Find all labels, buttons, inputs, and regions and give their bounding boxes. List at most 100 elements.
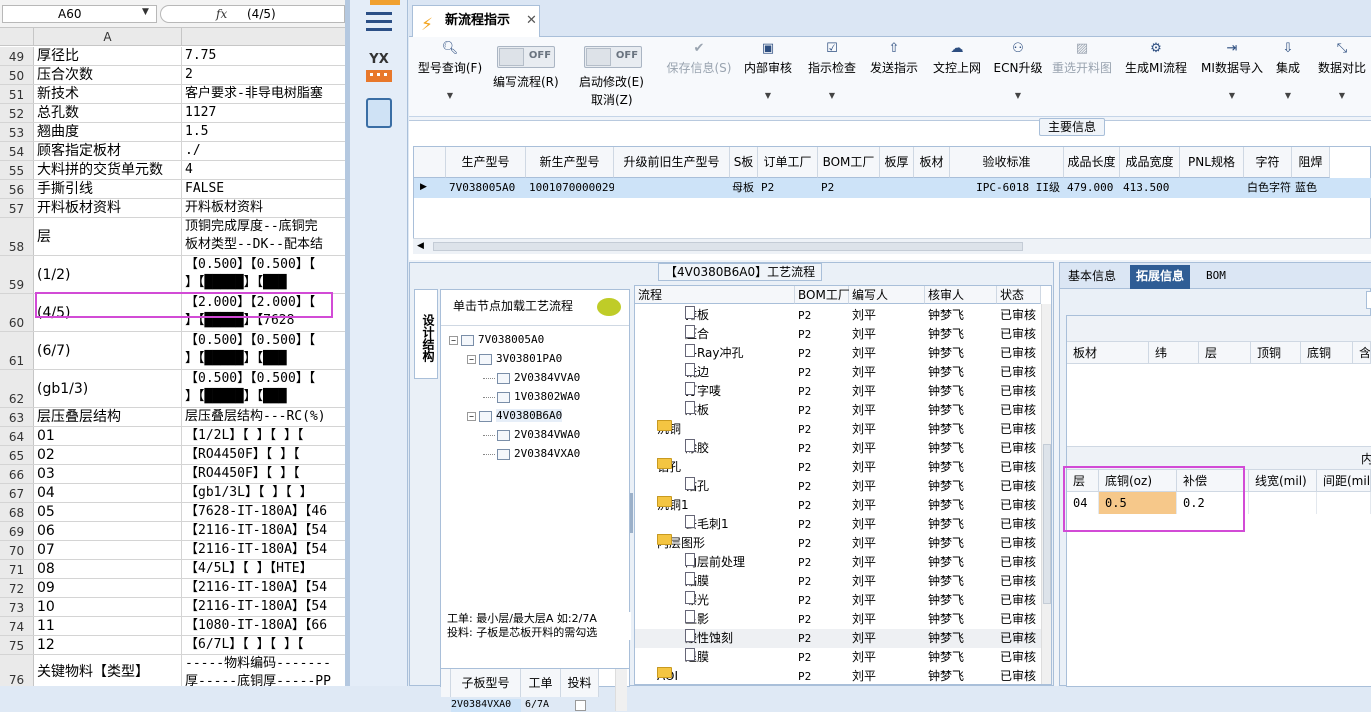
cell-a[interactable]: 02 — [35, 446, 182, 464]
row-number[interactable]: 68 — [0, 503, 34, 521]
integrate-button[interactable]: ⇩ 集成 ▼ — [1267, 37, 1309, 117]
cell-a[interactable]: 层压叠层结构 — [35, 408, 182, 426]
write-flow-toggle[interactable]: OFF — [497, 46, 555, 68]
list-item[interactable]: 贴膜 P2 刘平 钟梦飞 已审核 — [635, 572, 1043, 591]
column-header[interactable]: 板材 — [1067, 342, 1149, 364]
cell-b[interactable]: 客户要求-非导电树脂塞 — [183, 85, 345, 103]
row-number[interactable]: 58 — [0, 218, 34, 255]
list-item[interactable]: −沉铜1P2 刘平 钟梦飞 已审核 — [635, 496, 1043, 515]
panel-handle[interactable] — [1366, 291, 1371, 309]
column-header[interactable]: BOM工厂 — [795, 286, 850, 304]
cell-b[interactable]: 【6/7L】【 】【 】【 — [183, 636, 345, 654]
list-item[interactable]: 除胶 P2 刘平 钟梦飞 已审核 — [635, 439, 1043, 458]
list-item[interactable]: 曝光 P2 刘平 钟梦飞 已审核 — [635, 591, 1043, 610]
cell-b[interactable]: 【gb1/3L】【 】【 】 — [183, 484, 345, 502]
cell-a[interactable]: 翘曲度 — [35, 123, 182, 141]
column-header[interactable]: 线宽(mil) — [1249, 470, 1317, 492]
cell-b[interactable]: 7.75 — [183, 47, 345, 65]
column-header[interactable]: 生产型号 — [446, 147, 526, 178]
column-header[interactable]: 纬 — [1149, 342, 1199, 364]
collapse-icon[interactable]: − — [467, 354, 476, 364]
cell-b[interactable]: -----物料编码------- 厚-----底铜厚-----PP — [183, 655, 345, 686]
model-query-button[interactable]: 🔍︎ 型号查询(F) ▼ — [413, 37, 487, 117]
table-cell[interactable] — [880, 178, 914, 198]
list-item[interactable]: 显影 P2 刘平 钟梦飞 已审核 — [635, 610, 1043, 629]
tree-node[interactable]: 2V0384VXA0 — [449, 444, 629, 463]
cell-a[interactable]: 开料板材资料 — [35, 199, 182, 217]
table-cell[interactable]: 10010700000290 — [526, 178, 614, 198]
row-number[interactable]: 69 — [0, 522, 34, 540]
list-item[interactable]: 压合 P2 刘平 钟梦飞 已审核 — [635, 325, 1043, 344]
cell-b[interactable]: 【RO4450F】【 】【 — [183, 446, 345, 464]
chat-bubble-icon[interactable] — [597, 298, 621, 316]
cell-b[interactable]: 【7628-IT-180A】【46 — [183, 503, 345, 521]
list-item[interactable]: −内层图形P2 刘平 钟梦飞 已审核 — [635, 534, 1043, 553]
cell-a[interactable]: 10 — [35, 598, 182, 616]
row-number[interactable]: 51 — [0, 85, 34, 103]
tab-new-process[interactable]: ⚡ 新流程指示 ✕ — [412, 5, 540, 37]
cell-b[interactable]: 【2116-IT-180A】【54 — [183, 579, 345, 597]
list-item[interactable]: 烘板 P2 刘平 钟梦飞 已审核 — [635, 401, 1043, 420]
row-number[interactable]: 71 — [0, 560, 34, 578]
tree-node[interactable]: − 3V03801PA0 — [449, 349, 629, 368]
row-number[interactable]: 55 — [0, 161, 34, 179]
cell-b[interactable]: 顶铜完成厚度--底铜完 板材类型--DK--配本结 — [183, 218, 345, 255]
column-header[interactable]: 成品长度 — [1064, 147, 1120, 178]
table-cell[interactable]: 413.500 — [1120, 178, 1180, 198]
cell-a[interactable]: 08 — [35, 560, 182, 578]
column-header[interactable]: 板材 — [914, 147, 950, 178]
list-item[interactable]: 铣边 P2 刘平 钟梦飞 已审核 — [635, 363, 1043, 382]
chevron-down-icon[interactable]: ▼ — [142, 7, 149, 17]
row-number[interactable]: 67 — [0, 484, 34, 502]
column-header[interactable]: 订单工厂 — [758, 147, 818, 178]
table-cell[interactable]: 7V038005A0 — [446, 178, 526, 198]
row-number[interactable]: 72 — [0, 579, 34, 597]
table-cell[interactable]: 蓝色 — [1292, 178, 1330, 198]
column-header[interactable]: S板 — [730, 147, 758, 178]
column-header[interactable]: 阻焊 — [1292, 147, 1330, 178]
cell-b[interactable]: 1.5 — [183, 123, 345, 141]
cell-a[interactable]: (1/2) — [35, 256, 182, 293]
column-header[interactable]: 编写人 — [849, 286, 925, 304]
row-number[interactable]: 73 — [0, 598, 34, 616]
row-number[interactable]: 63 — [0, 408, 34, 426]
fx-icon[interactable]: fx — [216, 6, 227, 22]
cell-b[interactable]: 2 — [183, 66, 345, 84]
row-number[interactable]: 52 — [0, 104, 34, 122]
table-cell[interactable] — [1180, 178, 1244, 198]
cell-a[interactable]: 顾客指定板材 — [35, 142, 182, 160]
tab-basic-info[interactable]: 基本信息 — [1062, 265, 1122, 289]
cell-a[interactable]: 手撕引线 — [35, 180, 182, 198]
column-header[interactable]: 流程 — [635, 286, 795, 304]
column-header[interactable]: 间距(mil) — [1317, 470, 1371, 492]
row-number[interactable]: 66 — [0, 465, 34, 483]
column-header[interactable]: 状态 — [997, 286, 1041, 304]
cell-b[interactable]: 开料板材资料 — [183, 199, 345, 217]
table-cell[interactable]: 母板 — [730, 178, 758, 198]
select-all-corner[interactable] — [0, 28, 34, 46]
list-item[interactable]: 退膜 P2 刘平 钟梦飞 已审核 — [635, 648, 1043, 667]
cell-a[interactable]: (6/7) — [35, 332, 182, 369]
cell-b[interactable]: 【4/5L】【 】【HTE】 — [183, 560, 345, 578]
ecn-upgrade-button[interactable]: ⚇ ECN升级 ▼ — [991, 37, 1045, 117]
instruction-check-button[interactable]: ☑ 指示检查 ▼ — [803, 37, 861, 117]
list-item[interactable]: X-Ray冲孔 P2 刘平 钟梦飞 已审核 — [635, 344, 1043, 363]
list-item[interactable]: 酸性蚀刻 P2 刘平 钟梦飞 已审核 — [635, 629, 1043, 648]
splitter-handle[interactable] — [630, 493, 633, 533]
doc-upload-button[interactable]: ☁ 文控上网 — [928, 37, 986, 117]
cell-b[interactable]: 4 — [183, 161, 345, 179]
row-number[interactable]: 64 — [0, 427, 34, 445]
table-cell[interactable]: P2 — [758, 178, 818, 198]
calendar-icon[interactable] — [366, 98, 392, 128]
list-item[interactable]: 内层前处理 P2 刘平 钟梦飞 已审核 — [635, 553, 1043, 572]
cell-a[interactable]: 新技术 — [35, 85, 182, 103]
row-number[interactable]: 53 — [0, 123, 34, 141]
table-cell[interactable]: 白色字符 — [1244, 178, 1292, 198]
cell-b[interactable]: 【2116-IT-180A】【54 — [183, 598, 345, 616]
scroll-thumb[interactable] — [433, 242, 1023, 251]
column-header[interactable]: 新生产型号 — [526, 147, 614, 178]
cell-a[interactable]: 11 — [35, 617, 182, 635]
cell-b[interactable]: 【1080-IT-180A】【66 — [183, 617, 345, 635]
hamburger-menu-icon[interactable] — [366, 12, 392, 34]
cell-b[interactable]: 【0.500】【0.500】【 】【█████】【███ — [183, 332, 345, 369]
